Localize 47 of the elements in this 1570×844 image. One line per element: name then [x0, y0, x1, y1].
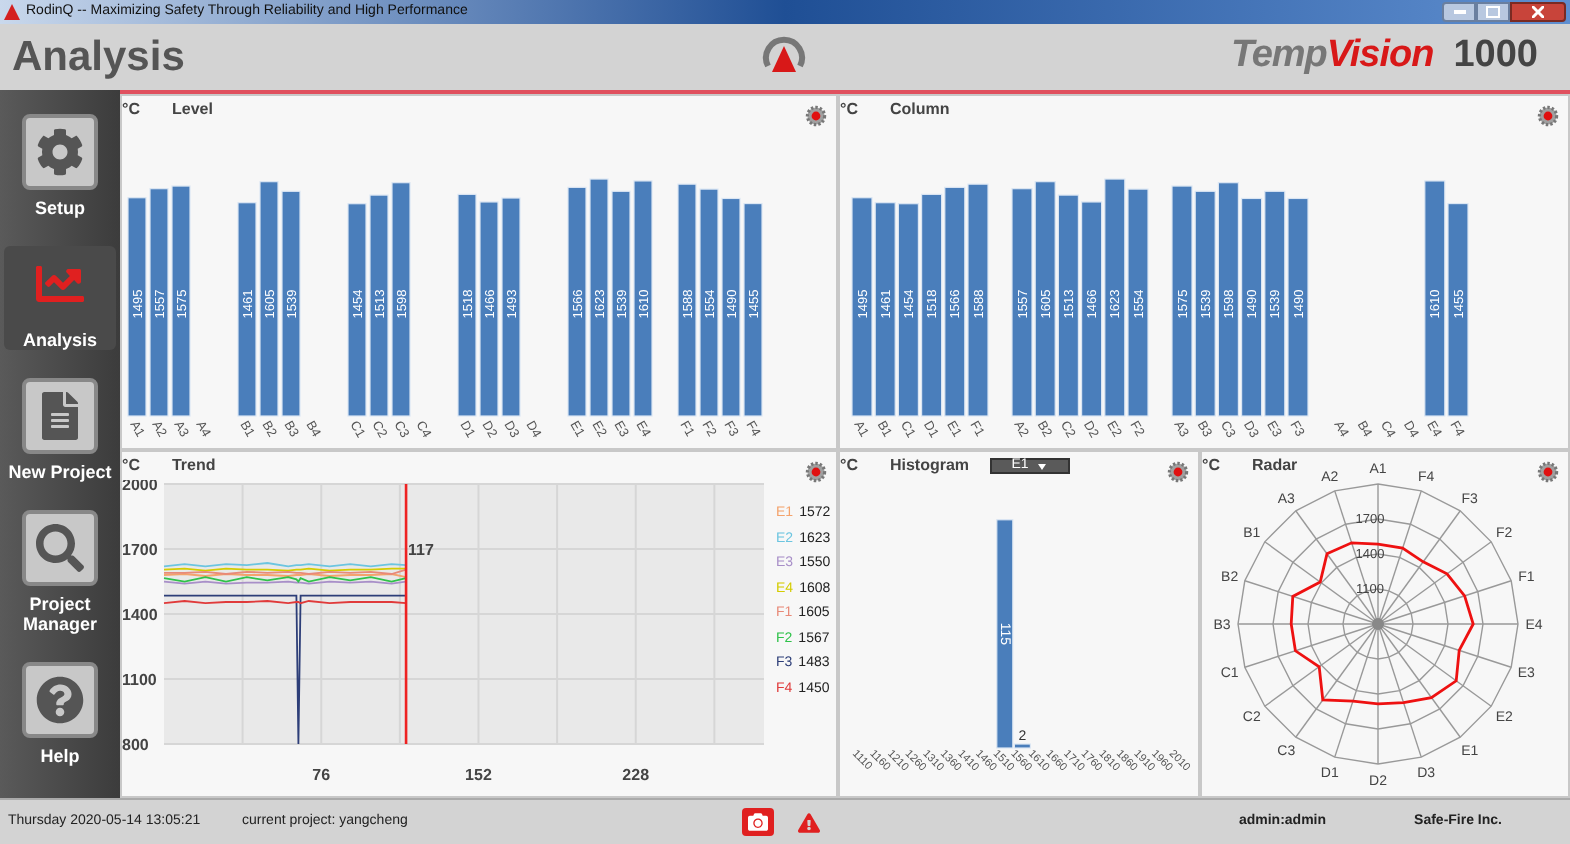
cursor-line[interactable] [404, 484, 408, 744]
cursor-label: 117 [408, 541, 434, 559]
axis-label: 228 [622, 766, 650, 784]
panel-title: Radar [1251, 454, 1298, 478]
sidebar-item[interactable]: Help [4, 662, 116, 766]
nav-icon [22, 378, 98, 454]
axis-label: 76 [312, 766, 331, 784]
panel-title: Column [889, 98, 950, 122]
minimize-button[interactable] [1442, 2, 1476, 22]
sidebar-item[interactable]: Analysis [4, 246, 116, 350]
minimize-icon [1453, 10, 1465, 14]
sidebar-item[interactable]: New Project [4, 378, 116, 482]
nav-icon [22, 662, 98, 738]
settings-icon[interactable] [1536, 104, 1560, 128]
close-icon [1532, 6, 1544, 18]
nav-icon [22, 510, 98, 586]
unit-label: °C [122, 454, 140, 478]
model-number: 1000 [1453, 32, 1538, 81]
app-icon [4, 4, 20, 20]
settings-icon[interactable] [1536, 460, 1560, 484]
page-title: Analysis [12, 31, 185, 84]
panel-title: Histogram [889, 454, 970, 478]
unit-label: °C [840, 454, 858, 478]
caret-icon [1038, 463, 1047, 469]
nav-icon [22, 114, 98, 190]
warning-icon[interactable] [798, 811, 820, 833]
axis-label: 1100 [122, 671, 157, 689]
brand-logo: TempVision [1230, 32, 1434, 81]
axis-label: 152 [465, 766, 492, 784]
close-button[interactable] [1510, 2, 1566, 22]
unit-label: °C [1202, 454, 1220, 478]
sidebar-item[interactable]: Setup [4, 114, 116, 218]
camera-button[interactable] [742, 808, 774, 836]
settings-icon[interactable] [1166, 460, 1190, 484]
settings-icon[interactable] [804, 460, 828, 484]
axis-label: 1400 [122, 606, 158, 624]
maximize-button[interactable] [1476, 2, 1510, 22]
settings-icon[interactable] [804, 104, 828, 128]
axis-label: 1700 [122, 541, 158, 559]
restore-icon [1486, 6, 1500, 18]
sidebar-item[interactable]: Project Manager [4, 510, 116, 634]
logo-icon [762, 34, 806, 78]
unit-label: °C [840, 98, 858, 122]
panel-title: Level [171, 98, 213, 122]
panel-title: Trend [171, 454, 216, 478]
unit-label: °C [122, 98, 140, 122]
axis-label: 800 [122, 736, 149, 754]
